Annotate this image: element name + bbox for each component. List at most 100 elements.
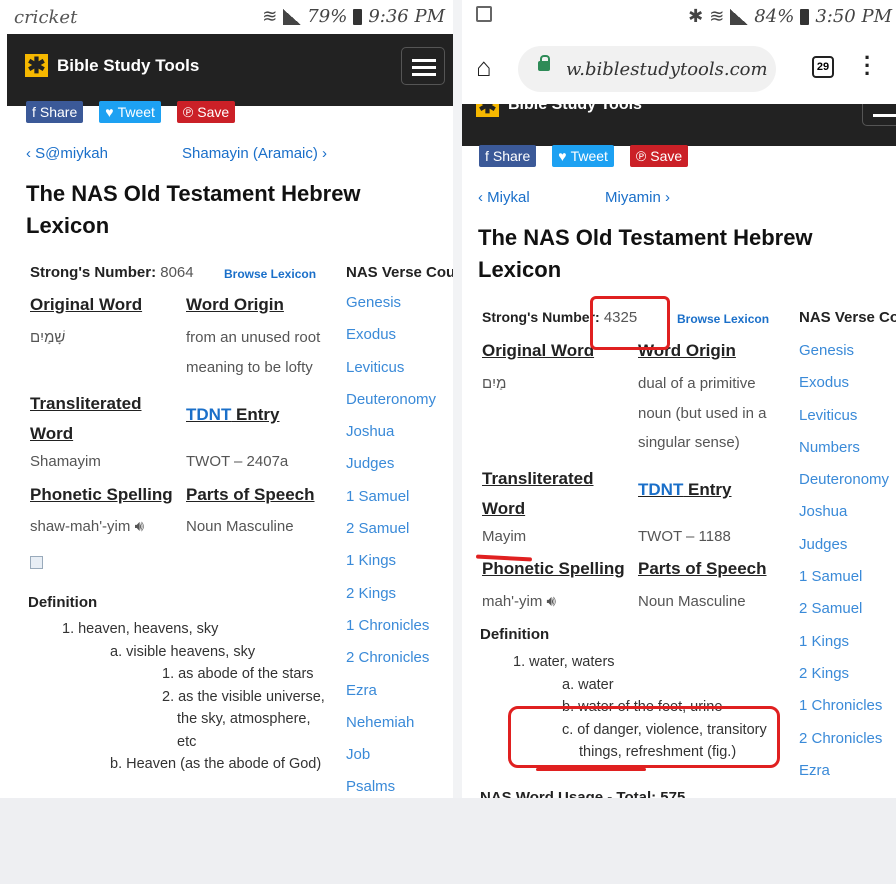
battery-percent: 84% bbox=[754, 6, 795, 27]
book-link[interactable]: 2 Chronicles bbox=[346, 649, 436, 681]
pinterest-icon: ℗ bbox=[182, 104, 194, 120]
tdnt-link[interactable]: TDNT bbox=[186, 405, 231, 424]
book-link[interactable]: Leviticus bbox=[799, 407, 889, 439]
wifi-icon: ≋ bbox=[709, 6, 725, 27]
site-logo[interactable]: Bible Study Tools bbox=[508, 104, 642, 114]
prev-word-link[interactable]: ‹ Miykal bbox=[478, 189, 530, 206]
book-link[interactable]: 2 Samuel bbox=[346, 520, 436, 552]
tdnt-entry-heading: TDNT Entry bbox=[638, 480, 732, 499]
book-link[interactable]: Joshua bbox=[799, 503, 889, 535]
tdnt-link[interactable]: TDNT bbox=[638, 480, 683, 499]
book-link[interactable]: Ezra bbox=[799, 762, 889, 794]
book-link[interactable]: Genesis bbox=[799, 342, 889, 374]
hamburger-menu-button[interactable] bbox=[862, 104, 896, 126]
parts-of-speech-heading: Parts of Speech bbox=[186, 485, 315, 504]
pinterest-save-button[interactable]: ℗ Save bbox=[629, 145, 689, 167]
twot-number: TWOT – 2407a bbox=[186, 453, 289, 470]
browse-lexicon-link[interactable]: Browse Lexicon bbox=[224, 267, 316, 281]
clock: 9:36 PM bbox=[368, 6, 445, 27]
book-link[interactable]: 2 Chronicles bbox=[799, 730, 889, 762]
hamburger-menu-button[interactable] bbox=[401, 47, 445, 85]
transliterated-heading: Transliterated Word bbox=[482, 469, 594, 518]
share-bar: f Share ♥ Tweet ℗ Save bbox=[26, 101, 236, 123]
original-word-heading: Original Word bbox=[30, 295, 143, 314]
overflow-menu-icon[interactable]: · · · bbox=[864, 47, 872, 85]
definition-item: 2. as the visible universe, bbox=[162, 688, 325, 705]
wifi-icon: ≋ bbox=[262, 6, 278, 27]
speaker-icon[interactable]: 🔊︎ bbox=[135, 518, 144, 535]
twot-number: TWOT – 1188 bbox=[638, 528, 731, 545]
book-link[interactable]: Ezra bbox=[346, 682, 436, 714]
page-title: The NAS Old Testament Hebrew Lexicon bbox=[478, 225, 813, 282]
site-header: ✱ Bible Study Tools bbox=[7, 34, 453, 106]
part-of-speech: Noun Masculine bbox=[186, 518, 294, 535]
book-link[interactable]: 2 Kings bbox=[799, 665, 889, 697]
book-link[interactable]: Leviticus bbox=[346, 359, 436, 391]
book-link[interactable]: Nehemiah bbox=[346, 714, 436, 746]
prev-word-link[interactable]: ‹ S@miykah bbox=[26, 145, 108, 162]
book-link[interactable]: 2 Samuel bbox=[799, 600, 889, 632]
book-link[interactable]: 1 Chronicles bbox=[799, 697, 889, 729]
book-link[interactable]: Job bbox=[346, 746, 436, 778]
right-screenshot: ✱ ≋ 84% 3:50 PM ⌂ w.biblestudytools.com … bbox=[462, 0, 896, 798]
original-word: שָׁמַיִם bbox=[30, 329, 66, 346]
book-link[interactable]: 1 Kings bbox=[799, 633, 889, 665]
book-link[interactable]: 1 Samuel bbox=[799, 568, 889, 600]
book-link[interactable]: 1 Chronicles bbox=[346, 617, 436, 649]
word-origin-line-1: dual of a primitive bbox=[638, 375, 756, 392]
status-bar: ✱ ≋ 84% 3:50 PM bbox=[462, 0, 896, 36]
next-word-link[interactable]: Miyamin › bbox=[605, 189, 670, 206]
site-header: ✱ Bible Study Tools bbox=[462, 104, 896, 146]
screenshot-divider bbox=[453, 0, 462, 798]
original-word-heading: Original Word bbox=[482, 341, 595, 360]
tab-count-button[interactable]: 29 bbox=[812, 56, 834, 78]
book-link[interactable]: Genesis bbox=[346, 294, 436, 326]
battery-percent: 79% bbox=[307, 6, 348, 27]
definition-heading: Definition bbox=[28, 594, 98, 611]
browse-lexicon-link[interactable]: Browse Lexicon bbox=[677, 312, 769, 326]
facebook-share-button[interactable]: f Share bbox=[26, 101, 84, 123]
facebook-icon: f bbox=[32, 104, 36, 120]
book-link[interactable]: Judges bbox=[346, 455, 436, 487]
address-bar[interactable]: w.biblestudytools.com bbox=[518, 46, 776, 92]
book-link[interactable]: Deuteronomy bbox=[799, 471, 889, 503]
book-link[interactable]: Psalms bbox=[346, 778, 436, 798]
lock-icon bbox=[538, 55, 550, 71]
definition-item: b. Heaven (as the abode of God) bbox=[110, 756, 322, 772]
definition-item: 1. heaven, heavens, sky bbox=[62, 621, 219, 637]
annotation-box-strongs bbox=[590, 296, 670, 350]
home-icon[interactable]: ⌂ bbox=[476, 54, 492, 80]
facebook-share-button[interactable]: f Share bbox=[479, 145, 537, 167]
part-of-speech: Noun Masculine bbox=[638, 593, 746, 610]
site-logo[interactable]: Bible Study Tools bbox=[57, 56, 199, 76]
logo-icon: ✱ bbox=[476, 104, 499, 117]
gallery-icon bbox=[476, 6, 492, 22]
transliterated-word: Mayim bbox=[482, 528, 527, 545]
phonetic-spelling: mah'-yim 🔊︎ bbox=[482, 593, 556, 610]
parts-of-speech-heading: Parts of Speech bbox=[638, 559, 767, 578]
book-link[interactable]: Exodus bbox=[799, 374, 889, 406]
tweet-button[interactable]: ♥ Tweet bbox=[99, 101, 161, 123]
book-link[interactable]: 2 Kings bbox=[346, 585, 436, 617]
book-link[interactable]: Exodus bbox=[346, 326, 436, 358]
book-link[interactable]: Joshua bbox=[346, 423, 436, 455]
tweet-button[interactable]: ♥ Tweet bbox=[552, 145, 614, 167]
verse-count-heading: NAS Verse Co bbox=[799, 309, 896, 326]
book-link[interactable]: 1 Samuel bbox=[346, 488, 436, 520]
book-link[interactable]: 1 Kings bbox=[346, 552, 436, 584]
phonetic-heading: Phonetic Spelling bbox=[482, 559, 625, 578]
word-origin-line-2: meaning to be lofty bbox=[186, 359, 313, 376]
speaker-icon[interactable]: 🔊︎ bbox=[547, 593, 556, 610]
book-link[interactable]: Judges bbox=[799, 536, 889, 568]
definition-item: etc bbox=[177, 733, 197, 750]
book-link[interactable]: Deuteronomy bbox=[346, 391, 436, 423]
status-bar: cricket ≋ 79% 9:36 PM bbox=[0, 0, 453, 36]
annotation-tail bbox=[536, 768, 646, 771]
transliterated-heading: Transliterated Word bbox=[30, 394, 142, 443]
pinterest-save-button[interactable]: ℗ Save bbox=[176, 101, 236, 123]
word-usage-heading: NAS Word Usage - Total: 575 bbox=[480, 789, 686, 798]
book-link[interactable]: Numbers bbox=[799, 439, 889, 471]
next-word-link[interactable]: Shamayin (Aramaic) › bbox=[182, 145, 327, 162]
strongs-number: Strong's Number: 8064 bbox=[30, 264, 194, 281]
phonetic-heading: Phonetic Spelling bbox=[30, 485, 173, 504]
